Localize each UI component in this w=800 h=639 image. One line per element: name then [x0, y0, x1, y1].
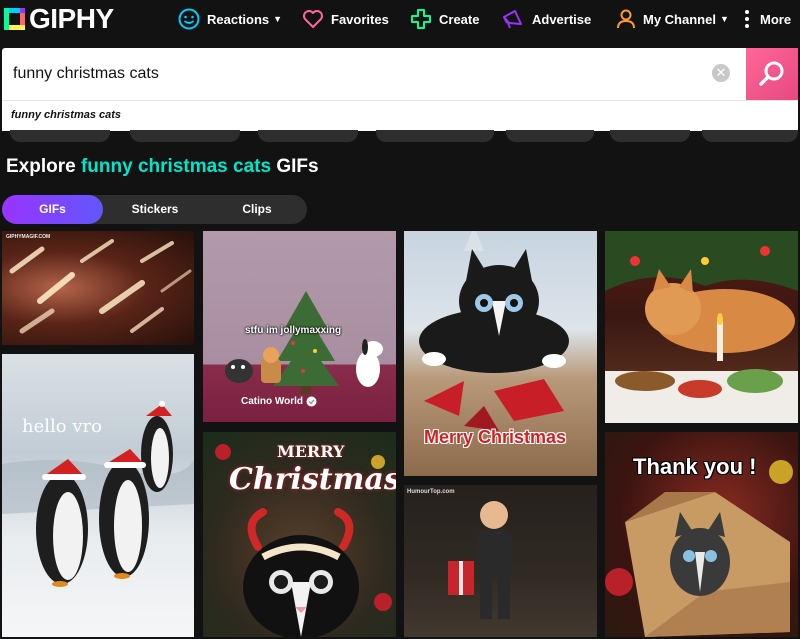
nav-more-label: More — [760, 11, 792, 27]
chevron-down-icon: ▼ — [273, 14, 283, 24]
user-icon — [617, 9, 635, 29]
gif-text-overlay: MERRY — [277, 442, 345, 461]
light-streaks-image — [9, 239, 192, 334]
cat-christmas-dinner-image — [605, 231, 798, 423]
nav-reactions[interactable]: Reactions ▼ — [178, 0, 282, 38]
nav-favorites-label: Favorites — [331, 11, 389, 27]
giphy-logo[interactable]: GIPHY — [4, 3, 114, 34]
megaphone-icon — [503, 10, 522, 29]
tag-pill[interactable] — [610, 130, 690, 142]
smiley-icon — [178, 8, 200, 30]
tag-pill[interactable] — [258, 130, 358, 142]
nav-create-label: Create — [439, 11, 480, 27]
logo-text: GIPHY — [29, 3, 114, 34]
nav-create[interactable]: Create — [410, 0, 479, 38]
tag-pill[interactable] — [506, 130, 594, 142]
search-icon — [759, 61, 784, 86]
gif-tile[interactable]: Merry Christmas — [404, 231, 597, 476]
watermark: HumourTop.com — [407, 489, 455, 495]
gif-caption: stfu im jollymaxxing — [245, 325, 342, 336]
search-button[interactable] — [746, 48, 798, 100]
gif-text-overlay: Christmas — [229, 462, 396, 497]
tab-stickers[interactable]: Stickers — [103, 195, 207, 224]
chevron-down-icon: ▼ — [719, 14, 729, 24]
tag-pill[interactable] — [376, 130, 494, 142]
gif-tile[interactable]: hello vro — [2, 354, 194, 637]
close-icon: ✕ — [715, 65, 727, 80]
giphy-logo-mark — [4, 6, 26, 32]
gif-text-overlay: hello vro — [22, 416, 102, 437]
nav-favorites[interactable]: Favorites — [302, 0, 389, 38]
search-suggestion-item[interactable]: funny christmas cats — [2, 100, 798, 131]
verified-badge-icon — [306, 396, 317, 407]
nav-advertise[interactable]: Advertise — [501, 0, 591, 38]
nav-more[interactable]: More — [744, 0, 791, 38]
gif-tile[interactable]: GIPHYMAGIF.COM — [2, 231, 194, 345]
gif-caption: Thank you ! — [633, 454, 757, 479]
gif-tile[interactable] — [605, 231, 798, 423]
search-bar: ✕ — [2, 48, 798, 100]
search-suggestion-text: funny christmas cats — [11, 109, 122, 121]
gif-tile[interactable]: MERRY Christmas — [203, 432, 396, 637]
tag-pill[interactable] — [10, 130, 110, 142]
search-term-highlight: funny christmas cats — [80, 156, 272, 177]
gif-tile[interactable]: stfu im jollymaxxing Catino World — [203, 231, 396, 422]
search-input[interactable] — [11, 60, 695, 88]
tag-pill[interactable] — [702, 130, 798, 142]
heart-icon — [303, 10, 323, 28]
clear-search-button[interactable]: ✕ — [712, 64, 730, 82]
toddler-gift-image — [404, 485, 597, 637]
nav-advertise-label: Advertise — [532, 11, 592, 27]
nav-my-channel[interactable]: My Channel ▼ — [616, 0, 729, 38]
gif-tile[interactable]: HumourTop.com — [404, 485, 597, 637]
channel-name: Catino World — [241, 396, 304, 407]
nav-reactions-label: Reactions — [207, 11, 270, 27]
media-type-tabs: GIFs Stickers Clips — [2, 195, 307, 224]
penguins-image — [2, 401, 194, 587]
nav-my-channel-label: My Channel — [643, 11, 716, 27]
tag-pill[interactable] — [130, 130, 240, 142]
tab-clips[interactable]: Clips — [207, 195, 307, 224]
watermark: GIPHYMAGIF.COM — [6, 234, 51, 240]
tab-gifs[interactable]: GIFs — [2, 195, 103, 224]
page-title: Explore funny christmas cats GIFs — [6, 156, 319, 177]
gif-tile[interactable]: Thank you ! — [605, 432, 798, 637]
top-nav: GIPHY Reactions ▼ Favorites Create Adver… — [0, 0, 800, 38]
plus-icon — [411, 9, 431, 29]
gif-caption: Merry Christmas — [424, 427, 567, 447]
channel-attribution[interactable]: Catino World — [241, 396, 317, 407]
vertical-dots-icon — [745, 10, 749, 28]
